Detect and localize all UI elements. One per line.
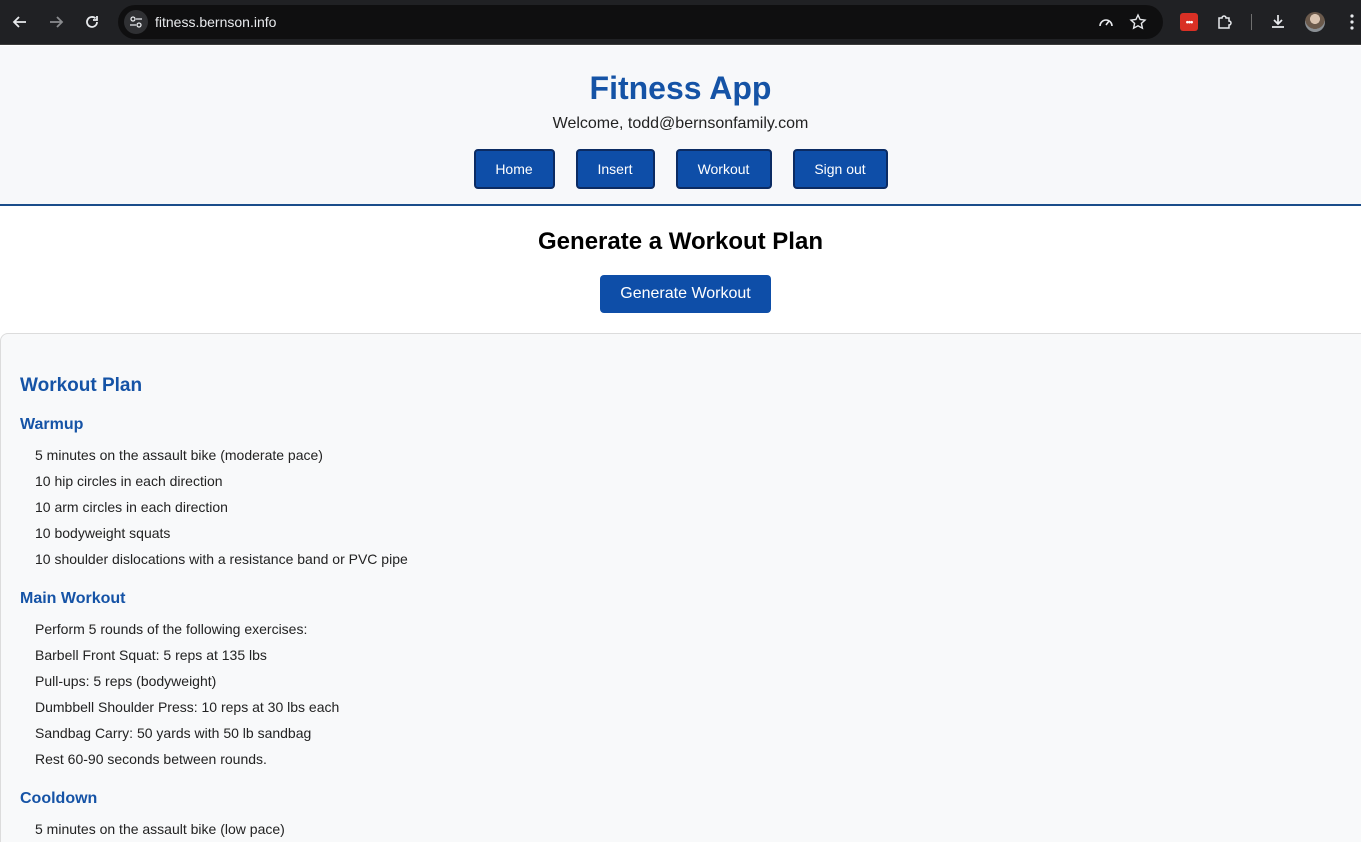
- list-item: 10 shoulder dislocations with a resistan…: [35, 551, 408, 567]
- list-item: Perform 5 rounds of the following exerci…: [35, 621, 308, 637]
- list-item: Dumbbell Shoulder Press: 10 reps at 30 l…: [35, 699, 340, 715]
- generate-workout-button[interactable]: Generate Workout: [600, 275, 771, 313]
- cooldown-title: Cooldown: [20, 790, 98, 807]
- toolbar-divider: [1251, 14, 1252, 30]
- nav-home-button[interactable]: Home: [473, 149, 555, 189]
- list-item: Pull-ups: 5 reps (bodyweight): [35, 673, 217, 689]
- extension-label: •••: [1185, 17, 1194, 27]
- app-header: Fitness App Welcome, todd@bernsonfamily.…: [0, 46, 1361, 206]
- nav-workout-button[interactable]: Workout: [675, 149, 772, 189]
- generate-title: Generate a Workout Plan: [538, 228, 823, 255]
- list-item: 10 bodyweight squats: [35, 525, 171, 541]
- profile-avatar[interactable]: [1305, 12, 1325, 32]
- address-bar[interactable]: fitness.bernson.info: [118, 5, 1163, 39]
- nav-sign-out-button[interactable]: Sign out: [792, 149, 888, 189]
- download-icon[interactable]: [1265, 9, 1291, 35]
- list-item: 5 minutes on the assault bike (low pace): [35, 821, 285, 837]
- extension-icon[interactable]: •••: [1180, 13, 1198, 31]
- browser-toolbar: fitness.bernson.info •••: [0, 0, 1361, 45]
- list-item: Rest 60-90 seconds between rounds.: [35, 751, 267, 767]
- warmup-title: Warmup: [20, 416, 84, 433]
- welcome-text: Welcome, todd@bernsonfamily.com: [552, 115, 809, 132]
- more-menu-icon[interactable]: [1339, 9, 1361, 35]
- list-item: Barbell Front Squat: 5 reps at 135 lbs: [35, 647, 267, 663]
- list-item: 10 arm circles in each direction: [35, 499, 228, 515]
- performance-icon[interactable]: [1096, 12, 1116, 32]
- list-item: Sandbag Carry: 50 yards with 50 lb sandb…: [35, 725, 312, 741]
- back-icon[interactable]: [7, 9, 33, 35]
- main-nav: Home Insert Workout Sign out: [0, 149, 1361, 189]
- url-text: fitness.bernson.info: [155, 14, 277, 30]
- site-settings-icon[interactable]: [124, 10, 148, 34]
- list-item: 5 minutes on the assault bike (moderate …: [35, 447, 323, 463]
- main-workout-title: Main Workout: [20, 590, 126, 607]
- forward-icon[interactable]: [43, 9, 69, 35]
- extensions-puzzle-icon[interactable]: [1212, 9, 1238, 35]
- app-title: Fitness App: [589, 70, 772, 106]
- star-icon[interactable]: [1128, 12, 1148, 32]
- plan-title: Workout Plan: [20, 375, 143, 396]
- nav-insert-button[interactable]: Insert: [575, 149, 655, 189]
- reload-icon[interactable]: [79, 9, 105, 35]
- workout-plan-card: Workout Plan Warmup 5 minutes on the ass…: [0, 333, 1361, 842]
- list-item: 10 hip circles in each direction: [35, 473, 223, 489]
